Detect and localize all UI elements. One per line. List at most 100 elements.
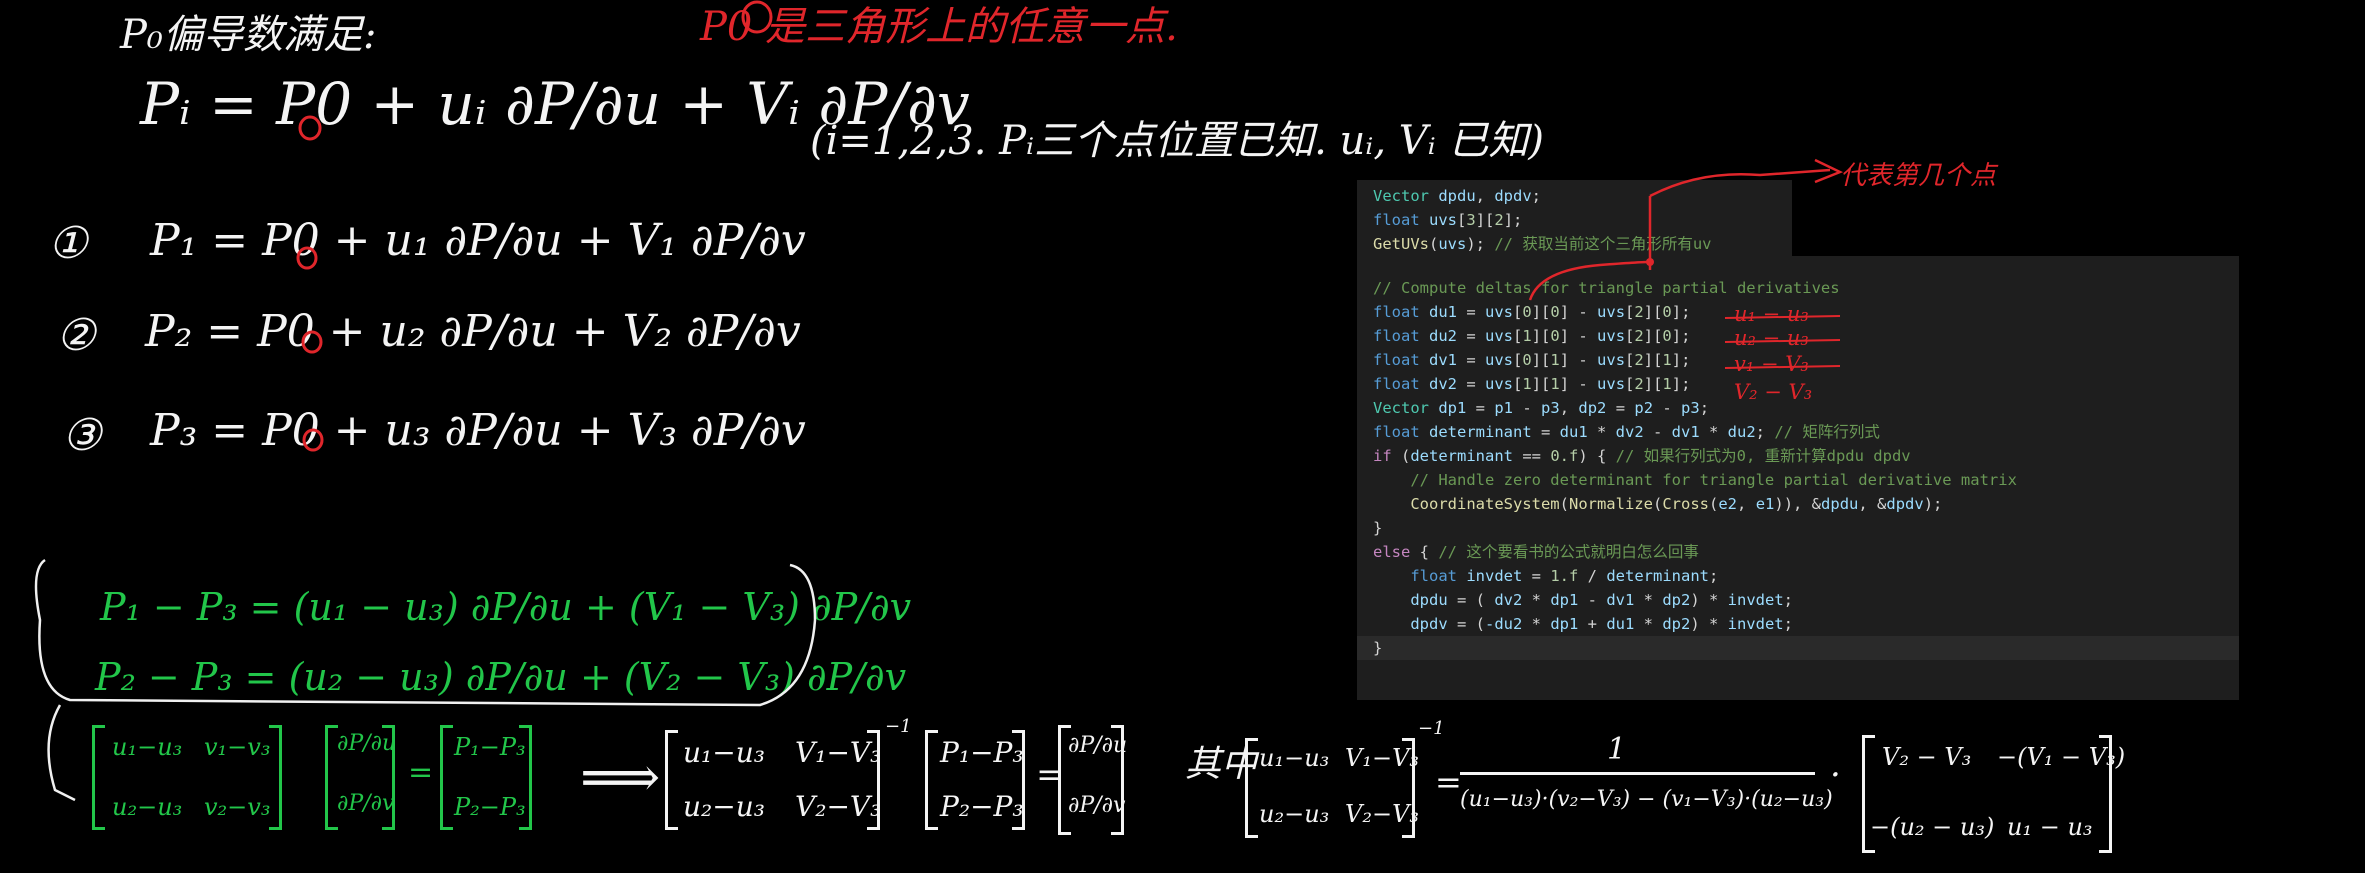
code-token: float xyxy=(1373,375,1420,393)
code-token: // Compute deltas for triangle partial d… xyxy=(1373,279,1840,297)
code-token: Vector xyxy=(1373,187,1429,205)
code-token: 1 xyxy=(1522,327,1532,345)
code-token: dv2 xyxy=(1615,423,1644,441)
code-token: , xyxy=(1475,187,1495,205)
matrix-b: ∂P/∂u ∂P/∂v xyxy=(325,725,397,830)
code-token: else xyxy=(1373,543,1411,561)
code-token: determinant xyxy=(1429,423,1532,441)
code-token: e1 xyxy=(1755,495,1775,513)
matrix-c: P₁−P₃ P₂−P₃ xyxy=(440,725,532,830)
code-token: dpdv xyxy=(1494,187,1532,205)
code-line: GetUVs(uvs); // 获取当前这个三角形所有uv xyxy=(1357,232,1792,256)
code-line: dpdv = (-du2 * dp1 + du1 * dp2) * invdet… xyxy=(1357,612,2239,636)
matrix-c-cell: P₁−P₃ xyxy=(454,733,526,761)
code-token: // 矩阵行列式 xyxy=(1774,423,1880,441)
code-token: ][ xyxy=(1475,211,1495,229)
code-token: = ( xyxy=(1447,591,1495,609)
code-token: GetUVs xyxy=(1373,235,1429,253)
det-numerator: 1 xyxy=(1607,732,1627,767)
code-line: if (determinant == 0.f) { // 如果行列式为0, 重新… xyxy=(1357,444,2239,468)
code-token: ); xyxy=(1923,495,1943,513)
code-token: uvs xyxy=(1429,211,1458,229)
code-token: ][ xyxy=(1643,351,1663,369)
code-token: Normalize xyxy=(1568,495,1653,513)
code-token: uvs xyxy=(1485,375,1514,393)
code-token: Cross xyxy=(1662,495,1709,513)
code-token: p2 xyxy=(1634,399,1654,417)
code-token: = xyxy=(1457,303,1486,321)
code-line: // Compute deltas for triangle partial d… xyxy=(1357,276,2239,300)
code-token: 0 xyxy=(1550,327,1560,345)
code-token: ][ xyxy=(1531,303,1551,321)
code-token: if xyxy=(1373,447,1392,465)
code-token: == xyxy=(1513,447,1551,465)
code-token: ]; xyxy=(1671,303,1691,321)
code-line: } xyxy=(1357,516,2239,540)
code-token: ]; xyxy=(1671,327,1691,345)
code-token: invdet xyxy=(1466,567,1523,585)
code-token: * xyxy=(1634,591,1663,609)
code-token: ][ xyxy=(1531,327,1551,345)
code-token: ][ xyxy=(1531,351,1551,369)
code-token: - xyxy=(1578,591,1607,609)
code-line: } xyxy=(1357,636,2239,660)
fraction-bar xyxy=(1460,772,1815,775)
code-token: = xyxy=(1466,399,1495,417)
code-token: dv2 xyxy=(1494,591,1523,609)
code-token: + xyxy=(1578,615,1607,633)
code-annotation: V₂ − V₃ xyxy=(1734,380,1813,404)
code-token: dp1 xyxy=(1550,615,1579,633)
code-token: 3 xyxy=(1466,211,1476,229)
code-token: 2 xyxy=(1634,327,1644,345)
code-token: 2 xyxy=(1634,351,1644,369)
code-token: uvs xyxy=(1485,327,1514,345)
code-token: dv1 xyxy=(1606,591,1635,609)
code-token: ( xyxy=(1709,495,1719,513)
code-token: dpdv xyxy=(1410,615,1448,633)
code-token: = xyxy=(1457,327,1486,345)
eq3-label: ③ xyxy=(62,410,102,461)
code-token: dpdu xyxy=(1429,187,1476,205)
code-token: uvs xyxy=(1438,235,1467,253)
code-token: du1 xyxy=(1606,615,1635,633)
code-token: dv2 xyxy=(1429,375,1458,393)
code-token: du1 xyxy=(1559,423,1588,441)
matrix-b-cell: ∂P/∂v xyxy=(337,791,395,816)
code-token: - xyxy=(1513,399,1542,417)
code-token: float xyxy=(1373,327,1420,345)
det-denominator: (u₁−u₃)·(v₂−V₃) − (v₁−V₃)·(u₂−u₃) xyxy=(1460,787,1833,812)
code-token: 1 xyxy=(1662,351,1672,369)
code-token: 0 xyxy=(1522,303,1532,321)
where-exponent: −1 xyxy=(1418,718,1445,739)
inverse-exponent: −1 xyxy=(885,716,912,737)
code-token: [ xyxy=(1513,303,1523,321)
title-note: P₀偏导数满足: xyxy=(120,12,377,58)
arrow-head-icon xyxy=(1814,158,1844,184)
adjugate-matrix-cell: −(u₂ − u₃) xyxy=(1870,813,1995,841)
inverse-matrix-cell: u₁−u₃ xyxy=(683,736,765,769)
matrix-b-cell: ∂P/∂u xyxy=(337,731,397,756)
code-token: // 如果行列式为0, 重新计算dpdu dpdv xyxy=(1615,447,1911,465)
code-token: [ xyxy=(1513,327,1523,345)
code-token: } xyxy=(1373,639,1383,657)
result-matrix: ∂P/∂u ∂P/∂v xyxy=(1058,725,1127,835)
code-token: dp2 xyxy=(1662,591,1691,609)
code-token: dp2 xyxy=(1578,399,1607,417)
code-token: ] - xyxy=(1559,351,1598,369)
where-matrix-cell: u₂−u₃ xyxy=(1259,800,1330,828)
adjugate-matrix-cell: V₂ − V₃ xyxy=(1882,743,1972,771)
code-token: = xyxy=(1522,567,1551,585)
code-token: uvs xyxy=(1485,351,1514,369)
code-token: ( xyxy=(1391,447,1411,465)
inverse-matrix-cell: V₂−V₃ xyxy=(795,790,882,823)
code-line: else { // 这个要看书的公式就明白怎么回事 xyxy=(1357,540,2239,564)
eq2-label: ② xyxy=(56,310,96,361)
code-token: ; xyxy=(1699,399,1710,417)
code-token: ] - xyxy=(1559,303,1598,321)
